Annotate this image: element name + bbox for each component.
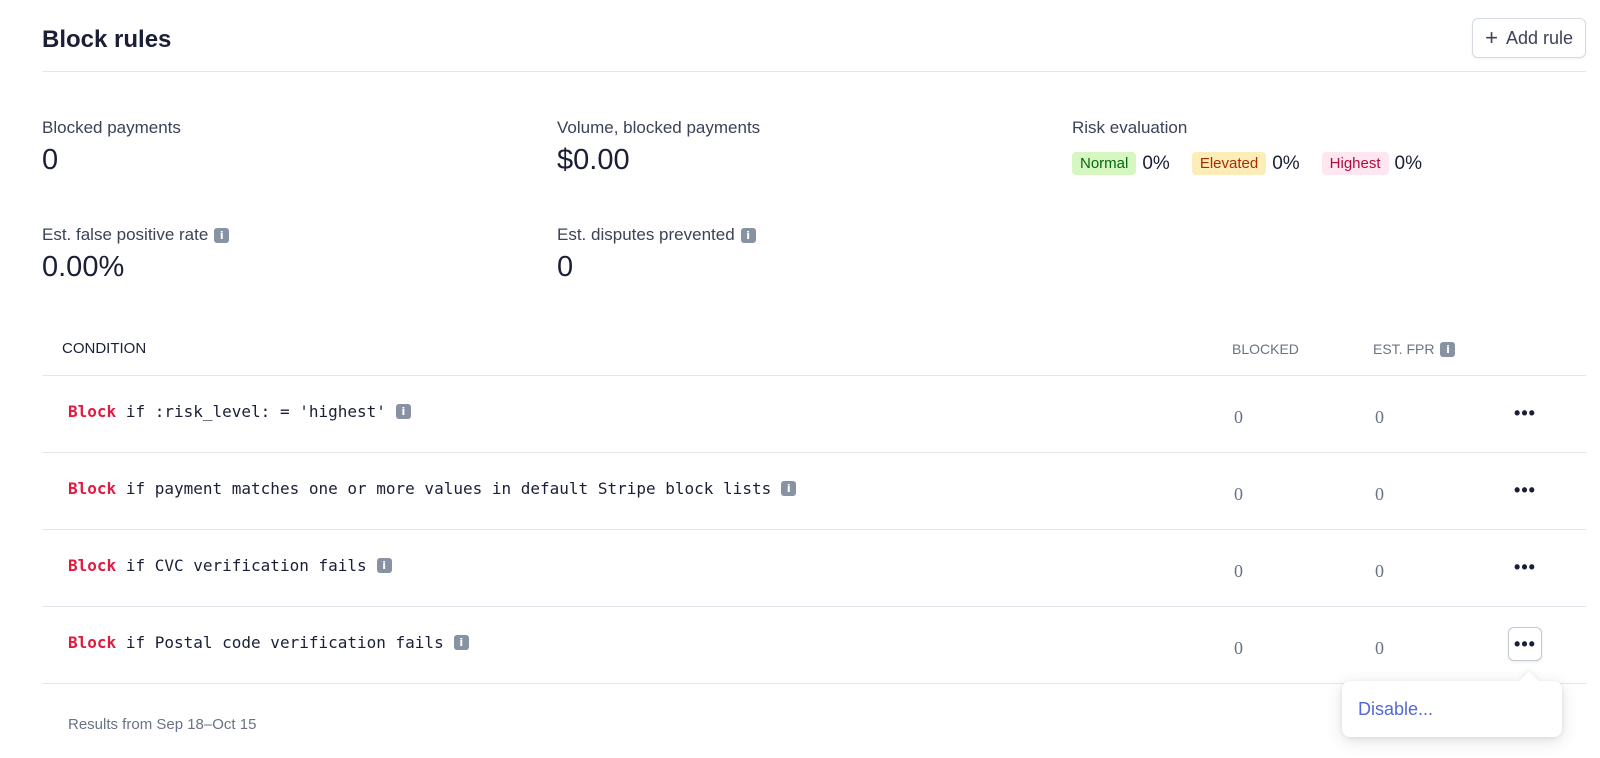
stat-value: 0 <box>557 251 574 283</box>
stat-value: 0.00% <box>42 251 125 283</box>
table-row: Block if payment matches one or more val… <box>42 453 1586 530</box>
stat-label: Blocked payments <box>42 118 181 137</box>
rule-blocked-count: 0 <box>1234 561 1243 581</box>
info-icon[interactable]: i <box>781 481 797 496</box>
column-header-blocked: BLOCKED <box>1232 341 1299 357</box>
stat-value: $0.00 <box>557 144 630 176</box>
info-icon[interactable]: i <box>214 227 230 243</box>
add-rule-label: Add rule <box>1505 27 1573 48</box>
column-header-label: EST. FPR <box>1373 341 1435 357</box>
rule-blocked-count: 0 <box>1234 638 1243 658</box>
rule-condition-text: if Postal code verification fails <box>125 633 444 652</box>
rule-blocked-count: 0 <box>1234 407 1243 427</box>
info-icon[interactable]: i <box>1440 341 1456 357</box>
rule-condition: Block if CVC verification fails i <box>68 556 392 575</box>
stat-risk-evaluation: Risk evaluation Normal 0% Elevated 0% Hi… <box>1072 118 1444 175</box>
risk-value-highest: 0% <box>1394 152 1422 174</box>
info-icon[interactable]: i <box>376 558 392 573</box>
column-header-label: BLOCKED <box>1232 341 1299 357</box>
rule-condition: Block if payment matches one or more val… <box>68 479 797 498</box>
rule-condition: Block if :risk_level: = 'highest' i <box>68 402 411 421</box>
risk-badge-elevated: Elevated <box>1191 152 1267 175</box>
risk-value-elevated: 0% <box>1272 152 1300 174</box>
page-title: Block rules <box>42 26 172 53</box>
rule-est-fpr: 0 <box>1375 638 1384 658</box>
info-icon[interactable]: i <box>395 404 411 419</box>
rule-blocked-count: 0 <box>1234 484 1243 504</box>
rule-condition: Block if Postal code verification fails … <box>68 633 469 652</box>
rule-est-fpr: 0 <box>1375 484 1384 504</box>
risk-badge-highest: Highest <box>1321 152 1389 175</box>
table-header: CONDITION BLOCKED EST. FPR i <box>42 330 1586 376</box>
info-icon[interactable]: i <box>740 227 756 243</box>
stat-value: 0 <box>42 144 59 176</box>
row-more-button[interactable]: ••• <box>1508 550 1542 584</box>
risk-value-normal: 0% <box>1142 152 1170 174</box>
results-date-range: Results from Sep 18–Oct 15 <box>68 716 257 733</box>
row-more-button[interactable]: ••• <box>1508 627 1542 661</box>
stat-false-positive-rate: Est. false positive rate i 0.00% <box>42 225 230 284</box>
rules-table: CONDITION BLOCKED EST. FPR i Block if :r… <box>42 330 1586 684</box>
risk-badge-normal: Normal <box>1072 152 1137 175</box>
add-rule-button[interactable]: + Add rule <box>1472 18 1586 58</box>
rule-action: Block <box>68 479 117 498</box>
stat-label: Risk evaluation <box>1072 118 1188 137</box>
stat-label: Est. false positive rate <box>42 225 209 244</box>
disable-menu-item[interactable]: Disable... <box>1358 699 1433 720</box>
rule-condition-text: if :risk_level: = 'highest' <box>125 402 386 421</box>
stat-volume-blocked: Volume, blocked payments $0.00 <box>557 118 760 177</box>
stat-label: Est. disputes prevented <box>557 225 735 244</box>
table-row: Block if :risk_level: = 'highest' i 0 0 … <box>42 376 1586 453</box>
ellipsis-icon: ••• <box>1514 556 1536 577</box>
column-header-est-fpr: EST. FPR i <box>1373 341 1456 357</box>
page-header: Block rules + Add rule <box>42 18 1586 72</box>
stat-disputes-prevented: Est. disputes prevented i 0 <box>557 225 756 284</box>
risk-levels: Normal 0% Elevated 0% Highest 0% <box>1072 152 1444 175</box>
table-row: Block if CVC verification fails i 0 0 ••… <box>42 530 1586 607</box>
rule-action: Block <box>68 402 117 421</box>
ellipsis-icon: ••• <box>1514 633 1536 654</box>
stat-label-row: Est. disputes prevented i <box>557 225 756 245</box>
ellipsis-icon: ••• <box>1514 479 1536 500</box>
info-icon[interactable]: i <box>453 635 469 650</box>
stat-label-row: Est. false positive rate i <box>42 225 230 245</box>
row-actions-popover: Disable... <box>1342 681 1562 737</box>
rule-action: Block <box>68 556 117 575</box>
table-row: Block if Postal code verification fails … <box>42 607 1586 684</box>
row-more-button[interactable]: ••• <box>1508 473 1542 507</box>
rule-condition-text: if payment matches one or more values in… <box>125 479 772 498</box>
rule-est-fpr: 0 <box>1375 561 1384 581</box>
row-more-button[interactable]: ••• <box>1508 396 1542 430</box>
column-header-condition: CONDITION <box>62 340 147 357</box>
rule-est-fpr: 0 <box>1375 407 1384 427</box>
ellipsis-icon: ••• <box>1514 402 1536 423</box>
plus-icon: + <box>1485 25 1498 50</box>
stat-blocked-payments: Blocked payments 0 <box>42 118 181 177</box>
stat-label: Volume, blocked payments <box>557 118 761 137</box>
rule-condition-text: if CVC verification fails <box>125 556 367 575</box>
rule-action: Block <box>68 633 117 652</box>
